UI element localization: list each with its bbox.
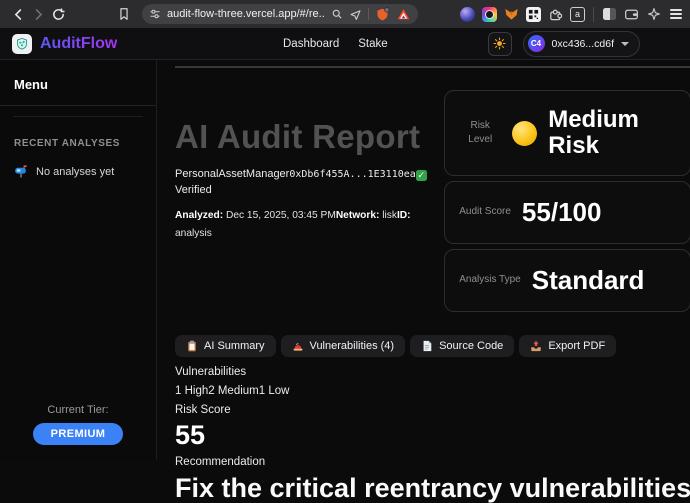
camera-extension-icon[interactable] <box>482 7 497 22</box>
verified-check-icon: ✓ <box>416 170 427 181</box>
risk-score-label: Risk Score <box>175 403 690 418</box>
brave-shield-icon[interactable] <box>375 7 390 22</box>
analysis-type-card: Analysis Type Standard <box>444 249 690 312</box>
forward-icon[interactable] <box>28 4 48 24</box>
analyzed-label: Analyzed: <box>175 210 223 221</box>
tier-label: Current Tier: <box>0 404 156 416</box>
wallet-extension-icon[interactable] <box>460 7 475 22</box>
risk-level-card: Risk Level Medium Risk <box>444 90 690 176</box>
count-low: 1 Low <box>259 385 290 397</box>
tab-label: Vulnerabilities (4) <box>310 340 395 352</box>
tier-badge: PREMIUM <box>33 423 124 445</box>
tab-label: AI Summary <box>204 340 265 352</box>
tab-source-code[interactable]: Source Code <box>410 335 514 357</box>
main-nav: Dashboard Stake <box>283 38 388 50</box>
risk-level-value: Medium Risk <box>548 107 676 159</box>
address-bar[interactable]: audit-flow-three.vercel.app/#/re... <box>142 4 418 24</box>
nav-dashboard-link[interactable]: Dashboard <box>283 38 339 50</box>
extensions-row: a <box>460 7 585 22</box>
tune-icon <box>149 8 161 20</box>
reload-icon[interactable] <box>48 4 68 24</box>
risk-level-label: Risk Level <box>459 119 501 148</box>
sidebar-title: Menu <box>14 77 142 92</box>
sidebar-footer: Current Tier: PREMIUM <box>0 404 156 460</box>
verified-label: Verified <box>175 184 212 196</box>
divider <box>13 116 143 117</box>
tab-label: Export PDF <box>548 340 605 352</box>
vulnerabilities-label: Vulnerabilities <box>175 365 690 380</box>
app-logo[interactable] <box>12 34 32 54</box>
browser-actions <box>602 7 683 22</box>
browser-toolbar: audit-flow-three.vercel.app/#/re... a <box>0 0 690 28</box>
analyzed-value: Dec 15, 2025, 03:45 PM <box>223 210 336 221</box>
contract-line: PersonalAssetManager0xDb6f455A...1E3110e… <box>175 167 444 199</box>
nav-stake-link[interactable]: Stake <box>358 38 387 50</box>
audit-score-value: 55/100 <box>522 198 602 226</box>
menu-icon[interactable] <box>668 7 683 22</box>
sun-icon <box>493 37 506 50</box>
analysis-type-label: Analysis Type <box>459 273 521 288</box>
wallet-address: 0xc436...cd6f <box>552 38 614 50</box>
bat-rewards-icon[interactable] <box>396 7 411 22</box>
url-text: audit-flow-three.vercel.app/#/re... <box>167 8 325 20</box>
empty-analyses-item: No analyses yet <box>14 165 142 179</box>
send-icon[interactable] <box>349 8 362 21</box>
recent-analyses-label: RECENT ANALYSES <box>14 138 142 149</box>
audit-score-label: Audit Score <box>459 205 511 220</box>
metamask-icon[interactable] <box>504 7 519 22</box>
a-extension-icon[interactable]: a <box>570 7 585 22</box>
tab-ai-summary[interactable]: AI Summary <box>175 335 276 357</box>
report-meta: Analyzed: Dec 15, 2025, 03:45 PMNetwork:… <box>175 207 444 243</box>
contract-name: PersonalAssetManager <box>175 168 289 180</box>
mailbox-icon <box>14 165 28 179</box>
extensions-puzzle-icon[interactable] <box>548 7 563 22</box>
bookmark-icon[interactable] <box>114 4 134 24</box>
tab-export-pdf[interactable]: Export PDF <box>519 335 616 357</box>
leo-sparkle-icon[interactable] <box>646 7 661 22</box>
count-medium: 2 Medium <box>208 385 259 397</box>
risk-score-value: 55 <box>175 422 690 449</box>
id-value: analysis <box>175 225 212 243</box>
search-icon[interactable] <box>331 8 343 20</box>
vulnerability-counts: 1 High2 Medium1 Low <box>175 384 690 399</box>
recommendation-label: Recommendation <box>175 455 690 470</box>
recommendation-text: Fix the critical reentrancy vulnerabilit… <box>175 474 690 503</box>
main-content: AI Audit Report PersonalAssetManager0xDb… <box>157 60 690 460</box>
app-name: AuditFlow <box>40 35 117 53</box>
divider <box>0 105 156 106</box>
clipboard-icon <box>186 340 198 352</box>
count-high: 1 High <box>175 385 208 397</box>
id-label: ID: <box>397 210 411 221</box>
sidebar-toggle-icon[interactable] <box>602 7 617 22</box>
divider <box>368 8 369 20</box>
siren-icon <box>292 340 304 352</box>
contract-address: 0xDb6f455A...1E3110ea <box>289 169 415 180</box>
wallet-icon[interactable] <box>624 7 639 22</box>
audit-score-card: Audit Score 55/100 <box>444 181 690 244</box>
avatar: C4 <box>528 35 545 52</box>
analysis-type-value: Standard <box>532 266 645 294</box>
page-title: AI Audit Report <box>175 118 444 156</box>
wallet-account-button[interactable]: C4 0xc436...cd6f <box>523 31 640 57</box>
stat-cards: Risk Level Medium Risk Audit Score 55/10… <box>444 90 690 312</box>
tab-label: Source Code <box>439 340 503 352</box>
back-icon[interactable] <box>8 4 28 24</box>
tab-vulnerabilities[interactable]: Vulnerabilities (4) <box>281 335 406 357</box>
divider <box>593 7 594 22</box>
network-value: lisk <box>379 210 397 221</box>
qr-extension-icon[interactable] <box>526 7 541 22</box>
report-tabs: AI Summary Vulnerabilities (4) Source Co… <box>175 335 690 357</box>
sidebar: Menu RECENT ANALYSES No analyses yet Cur… <box>0 60 157 460</box>
empty-analyses-text: No analyses yet <box>36 166 114 178</box>
summary-block: Vulnerabilities 1 High2 Medium1 Low Risk… <box>175 365 690 503</box>
theme-toggle-button[interactable] <box>488 32 512 56</box>
yellow-circle-icon <box>512 121 537 146</box>
chevron-down-icon <box>621 42 629 46</box>
network-label: Network: <box>336 210 380 221</box>
export-tray-icon <box>530 340 542 352</box>
document-icon <box>421 340 433 352</box>
shield-logo-icon <box>15 37 29 51</box>
app-header: AuditFlow Dashboard Stake C4 0xc436...cd… <box>0 28 690 60</box>
